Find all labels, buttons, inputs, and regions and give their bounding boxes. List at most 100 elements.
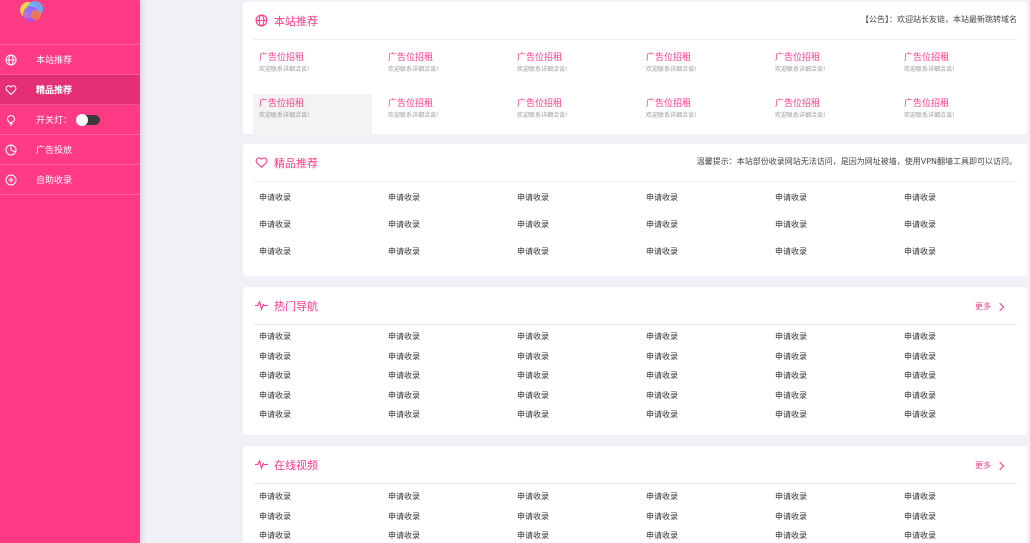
recommend-title: 本站推荐	[253, 13, 318, 29]
link-item[interactable]: 申请收录	[769, 409, 888, 429]
ad-slot[interactable]: 广告位招租 欢迎联系详细洽谈!	[511, 48, 630, 88]
link-item[interactable]: 申请收录	[382, 409, 501, 429]
link-item[interactable]: 申请收录	[511, 390, 630, 410]
link-item[interactable]: 申请收录	[253, 192, 372, 219]
link-item[interactable]: 申请收录	[382, 370, 501, 390]
link-item[interactable]: 申请收录	[898, 370, 1017, 390]
link-item[interactable]: 申请收录	[253, 491, 372, 511]
sidebar-item-light-switch: 开关灯：	[0, 105, 140, 135]
link-item[interactable]: 申请收录	[898, 409, 1017, 429]
heart-icon	[4, 83, 18, 97]
globe-icon	[255, 14, 268, 27]
link-item[interactable]: 申请收录	[640, 192, 759, 219]
link-item[interactable]: 申请收录	[640, 530, 759, 543]
recommend-header: 本站推荐 【公告】：欢迎站长友链，本站最新跳转域名	[253, 2, 1017, 40]
online-video-links: 申请收录 申请收录 申请收录 申请收录 申请收录 申请收录 申请收录 申请收录 申请收录 申请收录…	[253, 491, 1017, 543]
link-item[interactable]: 申请收录	[640, 390, 759, 410]
link-item[interactable]: 申请收录	[769, 219, 888, 246]
link-item[interactable]: 申请收录	[640, 370, 759, 390]
link-item[interactable]: 申请收录	[769, 331, 888, 351]
link-item[interactable]: 申请收录	[382, 331, 501, 351]
sidebar-item-ads[interactable]: 广告投放	[0, 135, 140, 165]
link-item[interactable]: 申请收录	[511, 530, 630, 543]
link-item[interactable]: 申请收录	[253, 331, 372, 351]
ad-slot[interactable]: 广告位招租 欢迎联系详细洽谈!	[382, 94, 501, 134]
site-logo[interactable]	[16, 0, 46, 24]
hot-nav-links: 申请收录 申请收录 申请收录 申请收录 申请收录 申请收录 申请收录 申请收录 申请收录 申请收录…	[253, 331, 1017, 429]
announcement: 【公告】：欢迎站长友链，本站最新跳转域名	[861, 15, 1017, 24]
link-item[interactable]: 申请收录	[382, 530, 501, 543]
link-item[interactable]: 申请收录	[511, 192, 630, 219]
link-item[interactable]: 申请收录	[898, 491, 1017, 511]
sidebar-item-label: 自助收录	[36, 176, 73, 186]
ad-slot[interactable]: 广告位招租 欢迎联系详细洽谈!	[382, 48, 501, 88]
ad-slot[interactable]: 广告位招租 欢迎联系详细洽谈!	[898, 48, 1017, 88]
link-item[interactable]: 申请收录	[511, 351, 630, 371]
link-item[interactable]: 申请收录	[898, 530, 1017, 543]
sidebar-item-premium[interactable]: 精品推荐	[0, 75, 140, 105]
sidebar-item-submit[interactable]: 自助收录	[0, 165, 140, 195]
ad-slot[interactable]: 广告位招租 欢迎联系详细洽谈!	[640, 94, 759, 134]
link-item[interactable]: 申请收录	[640, 351, 759, 371]
link-item[interactable]: 申请收录	[898, 511, 1017, 531]
link-item[interactable]: 申请收录	[898, 351, 1017, 371]
premium-title: 精品推荐	[253, 155, 318, 171]
link-item[interactable]: 申请收录	[382, 246, 501, 273]
link-item[interactable]: 申请收录	[253, 530, 372, 543]
link-item[interactable]: 申请收录	[640, 491, 759, 511]
hot-nav-more-link[interactable]: 更多	[975, 301, 1005, 312]
hot-nav-panel: 热门导航 更多 申请收录 申请收录 申请收录 申请收录 申请收录 申请收录 申请收录 申请收录…	[243, 287, 1027, 435]
link-item[interactable]: 申请收录	[253, 246, 372, 273]
sidebar: 本站推荐 精品推荐 开关灯： 广告投放 自助收录	[0, 0, 140, 543]
link-item[interactable]: 申请收录	[640, 331, 759, 351]
link-item[interactable]: 申请收录	[253, 390, 372, 410]
ad-slot[interactable]: 广告位招租 欢迎联系详细洽谈!	[898, 94, 1017, 134]
ad-slot[interactable]: 广告位招租 欢迎联系详细洽谈!	[640, 48, 759, 88]
link-item[interactable]: 申请收录	[382, 390, 501, 410]
link-item[interactable]: 申请收录	[382, 192, 501, 219]
ad-slot[interactable]: 广告位招租 欢迎联系详细洽谈!	[253, 48, 372, 88]
link-item[interactable]: 申请收录	[253, 351, 372, 371]
link-item[interactable]: 申请收录	[511, 331, 630, 351]
link-item[interactable]: 申请收录	[382, 511, 501, 531]
link-item[interactable]: 申请收录	[253, 409, 372, 429]
link-item[interactable]: 申请收录	[511, 219, 630, 246]
link-item[interactable]: 申请收录	[253, 511, 372, 531]
ad-slot[interactable]: 广告位招租 欢迎联系详细洽谈!	[253, 94, 372, 134]
light-toggle[interactable]	[76, 113, 101, 126]
link-item[interactable]: 申请收录	[511, 409, 630, 429]
link-item[interactable]: 申请收录	[769, 246, 888, 273]
online-video-header: 在线视频 更多	[253, 446, 1017, 484]
online-video-more-link[interactable]: 更多	[975, 460, 1005, 471]
link-item[interactable]: 申请收录	[769, 370, 888, 390]
link-item[interactable]: 申请收录	[769, 530, 888, 543]
link-item[interactable]: 申请收录	[769, 511, 888, 531]
link-item[interactable]: 申请收录	[511, 491, 630, 511]
link-item[interactable]: 申请收录	[769, 390, 888, 410]
link-item[interactable]: 申请收录	[382, 219, 501, 246]
link-item[interactable]: 申请收录	[640, 246, 759, 273]
link-item[interactable]: 申请收录	[382, 351, 501, 371]
heart-icon	[255, 157, 268, 169]
link-item[interactable]: 申请收录	[898, 331, 1017, 351]
link-item[interactable]: 申请收录	[382, 491, 501, 511]
link-item[interactable]: 申请收录	[253, 219, 372, 246]
link-item[interactable]: 申请收录	[640, 219, 759, 246]
link-item[interactable]: 申请收录	[769, 192, 888, 219]
link-item[interactable]: 申请收录	[253, 370, 372, 390]
link-item[interactable]: 申请收录	[640, 511, 759, 531]
link-item[interactable]: 申请收录	[511, 246, 630, 273]
link-item[interactable]: 申请收录	[898, 246, 1017, 273]
link-item[interactable]: 申请收录	[769, 351, 888, 371]
ad-slot[interactable]: 广告位招租 欢迎联系详细洽谈!	[769, 94, 888, 134]
link-item[interactable]: 申请收录	[511, 511, 630, 531]
sidebar-item-recommend[interactable]: 本站推荐	[0, 45, 140, 75]
ad-slot[interactable]: 广告位招租 欢迎联系详细洽谈!	[769, 48, 888, 88]
link-item[interactable]: 申请收录	[898, 219, 1017, 246]
link-item[interactable]: 申请收录	[511, 370, 630, 390]
link-item[interactable]: 申请收录	[769, 491, 888, 511]
ad-slot[interactable]: 广告位招租 欢迎联系详细洽谈!	[511, 94, 630, 134]
link-item[interactable]: 申请收录	[898, 192, 1017, 219]
link-item[interactable]: 申请收录	[640, 409, 759, 429]
link-item[interactable]: 申请收录	[898, 390, 1017, 410]
